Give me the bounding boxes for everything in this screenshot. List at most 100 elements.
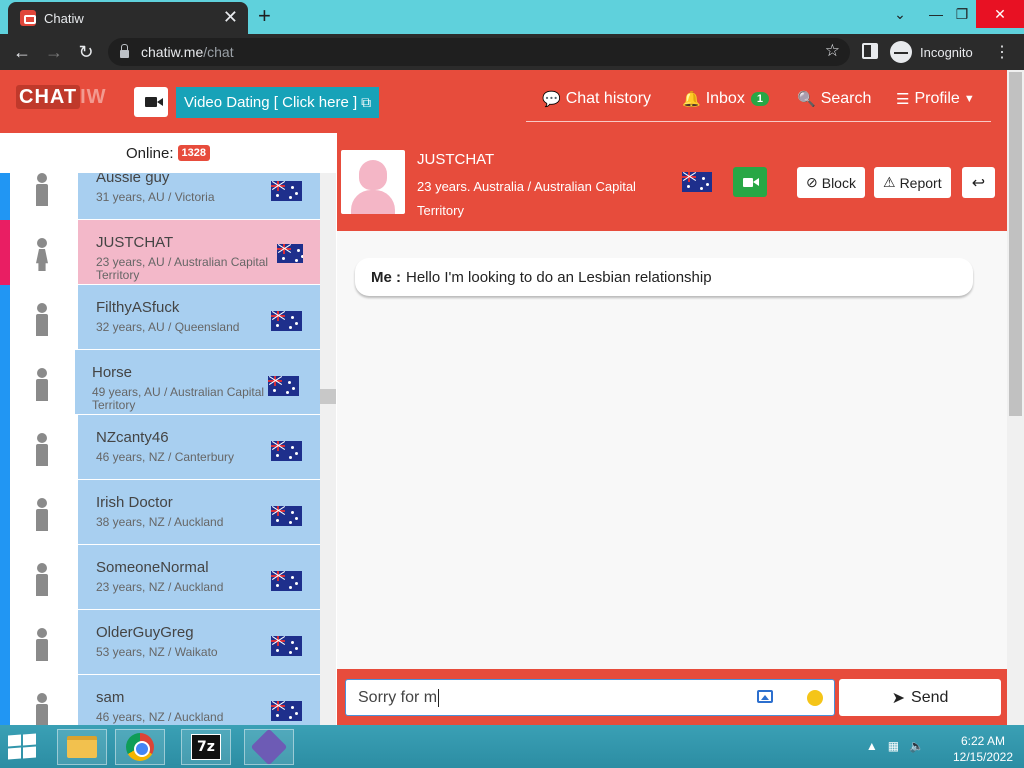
chat-message: Me : Hello I'm looking to do an Lesbian … bbox=[355, 258, 973, 296]
chrome-icon[interactable] bbox=[115, 729, 165, 765]
incognito-icon bbox=[890, 41, 912, 63]
online-count-badge: 1328 bbox=[177, 145, 210, 161]
video-call-button[interactable] bbox=[733, 167, 767, 197]
user-card[interactable]: JUSTCHAT 23 years, AU / Australian Capita… bbox=[78, 220, 320, 284]
windows-taskbar: 7z ▲ ▦ 🔈 6:22 AM 12/15/2022 bbox=[0, 725, 1024, 768]
user-card[interactable]: FilthyASfuck 32 years, AU / Queensland bbox=[78, 285, 320, 349]
window-close-icon[interactable]: ✕ bbox=[976, 0, 1024, 28]
volume-icon[interactable]: 🔈 bbox=[909, 739, 924, 753]
male-user-icon bbox=[36, 433, 48, 466]
incognito-label: Incognito bbox=[920, 44, 973, 60]
user-card[interactable]: NZcanty46 46 years, NZ / Canterbury bbox=[78, 415, 320, 479]
user-icon-zone bbox=[10, 173, 78, 220]
image-upload-icon[interactable] bbox=[757, 690, 773, 703]
user-list-item[interactable]: FilthyASfuck 32 years, AU / Queensland bbox=[0, 285, 320, 350]
user-list-item[interactable]: OlderGuyGreg 53 years, NZ / Waikato bbox=[0, 610, 320, 675]
user-list-scrollbar[interactable] bbox=[320, 173, 336, 725]
male-user-icon bbox=[36, 368, 48, 401]
side-panel-icon[interactable] bbox=[862, 43, 878, 59]
user-name: JUSTCHAT bbox=[96, 234, 174, 251]
file-explorer-icon[interactable] bbox=[57, 729, 107, 765]
user-card[interactable]: Aussie guy 31 years, AU / Victoria bbox=[78, 173, 320, 219]
bell-icon: 🔔 bbox=[682, 91, 701, 108]
emoji-icon[interactable] bbox=[807, 690, 823, 706]
forward-arrow-icon[interactable]: → bbox=[42, 40, 66, 64]
user-list-item[interactable]: NZcanty46 46 years, NZ / Canterbury bbox=[0, 415, 320, 480]
user-list-item[interactable]: SomeoneNormal 23 years, NZ / Auckland bbox=[0, 545, 320, 610]
incognito-indicator[interactable]: Incognito bbox=[890, 39, 973, 65]
user-list-item[interactable]: Aussie guy 31 years, AU / Victoria bbox=[0, 173, 320, 220]
user-name: SomeoneNormal bbox=[96, 559, 209, 576]
chat-history-link[interactable]: 💬 Chat history bbox=[542, 90, 651, 108]
message-input[interactable]: Sorry for m bbox=[345, 679, 835, 716]
user-list-item[interactable]: Irish Doctor 38 years, NZ / Auckland bbox=[0, 480, 320, 545]
partner-name: JUSTCHAT bbox=[417, 151, 495, 168]
user-info: 23 years, AU / Australian Capital Territ… bbox=[96, 255, 269, 282]
user-card[interactable]: Horse 49 years, AU / Australian Capital T… bbox=[75, 350, 320, 414]
male-user-icon bbox=[36, 628, 48, 661]
user-card[interactable]: sam 46 years, NZ / Auckland bbox=[78, 675, 320, 725]
tab-search-chevron-icon[interactable]: ⌄ bbox=[882, 0, 918, 28]
search-link[interactable]: 🔍 Search bbox=[797, 90, 871, 108]
text-caret bbox=[438, 688, 440, 707]
bookmark-star-icon[interactable]: ☆ bbox=[825, 41, 840, 61]
search-icon: 🔍 bbox=[797, 91, 816, 108]
7zip-icon[interactable]: 7z bbox=[181, 729, 231, 765]
gender-stripe bbox=[0, 350, 10, 415]
avatar-body-shape bbox=[351, 190, 395, 214]
country-flag-icon bbox=[271, 311, 302, 331]
user-icon-zone bbox=[10, 350, 78, 415]
tab-close-icon[interactable]: ✕ bbox=[223, 8, 238, 26]
country-flag-icon bbox=[268, 376, 299, 396]
url-path: /chat bbox=[203, 44, 234, 60]
partner-info: 23 years. Australia / Australian Capital… bbox=[417, 179, 636, 218]
chatiw-logo[interactable]: CHAT IW bbox=[16, 85, 107, 109]
page-scrollbar[interactable] bbox=[1007, 70, 1024, 725]
block-button[interactable]: ⊘ Block bbox=[797, 167, 865, 198]
windows-start-icon[interactable] bbox=[8, 733, 38, 760]
video-camera-button[interactable] bbox=[134, 87, 168, 117]
address-bar[interactable]: chatiw.me/chat ☆ bbox=[108, 38, 850, 66]
header-nav: 💬 Chat history 🔔 Inbox 1 🔍 Search ☰ Prof… bbox=[526, 86, 991, 122]
send-button[interactable]: ➤ Send bbox=[839, 679, 1001, 716]
user-card[interactable]: OlderGuyGreg 53 years, NZ / Waikato bbox=[78, 610, 320, 674]
new-tab-icon[interactable]: + bbox=[258, 5, 271, 27]
tray-chevron-icon[interactable]: ▲ bbox=[866, 739, 878, 753]
back-button[interactable]: ↩ bbox=[962, 167, 995, 198]
user-info: 23 years, NZ / Auckland bbox=[96, 580, 224, 594]
profile-dropdown[interactable]: ☰ Profile ▼ bbox=[896, 90, 980, 108]
report-label: Report bbox=[899, 174, 942, 191]
online-label: Online: bbox=[125, 144, 174, 162]
browser-menu-icon[interactable]: ⋮ bbox=[994, 42, 1010, 62]
browser-tab-chatiw[interactable]: Chatiw ✕ bbox=[8, 2, 248, 34]
country-flag-icon bbox=[271, 636, 302, 656]
inbox-link[interactable]: 🔔 Inbox 1 bbox=[682, 90, 769, 108]
user-list-scroll-thumb[interactable] bbox=[320, 389, 336, 404]
window-restore-icon[interactable]: ❐ bbox=[944, 0, 980, 28]
report-button[interactable]: ⚠ Report bbox=[874, 167, 951, 198]
video-call-icon bbox=[743, 177, 759, 187]
reload-icon[interactable]: ↻ bbox=[74, 40, 98, 64]
user-name: Irish Doctor bbox=[96, 494, 173, 511]
message-input-value: Sorry for m bbox=[358, 688, 438, 706]
logo-iw-text: IW bbox=[80, 86, 107, 108]
taskbar-clock[interactable]: 6:22 AM 12/15/2022 bbox=[944, 733, 1022, 765]
page-scroll-thumb[interactable] bbox=[1009, 72, 1022, 416]
user-card[interactable]: SomeoneNormal 23 years, NZ / Auckland bbox=[78, 545, 320, 609]
male-user-icon bbox=[36, 303, 48, 336]
back-arrow-icon[interactable]: ← bbox=[10, 40, 34, 64]
user-list-item[interactable]: Horse 49 years, AU / Australian Capital T… bbox=[0, 350, 320, 415]
user-name: FilthyASfuck bbox=[96, 299, 180, 316]
country-flag-icon bbox=[271, 506, 302, 526]
gender-stripe bbox=[0, 285, 10, 350]
user-list-item[interactable]: JUSTCHAT 23 years, AU / Australian Capita… bbox=[0, 220, 320, 285]
gender-stripe bbox=[0, 415, 10, 480]
video-dating-button[interactable]: Video Dating [ Click here ] ⧉ bbox=[176, 87, 380, 118]
app-icon[interactable] bbox=[244, 728, 294, 766]
user-list-item[interactable]: sam 46 years, NZ / Auckland bbox=[0, 675, 320, 725]
user-info: 31 years, AU / Victoria bbox=[96, 190, 215, 204]
caret-down-icon: ▼ bbox=[963, 93, 975, 105]
user-card[interactable]: Irish Doctor 38 years, NZ / Auckland bbox=[78, 480, 320, 544]
user-info: 38 years, NZ / Auckland bbox=[96, 515, 224, 529]
network-icon[interactable]: ▦ bbox=[888, 739, 899, 753]
